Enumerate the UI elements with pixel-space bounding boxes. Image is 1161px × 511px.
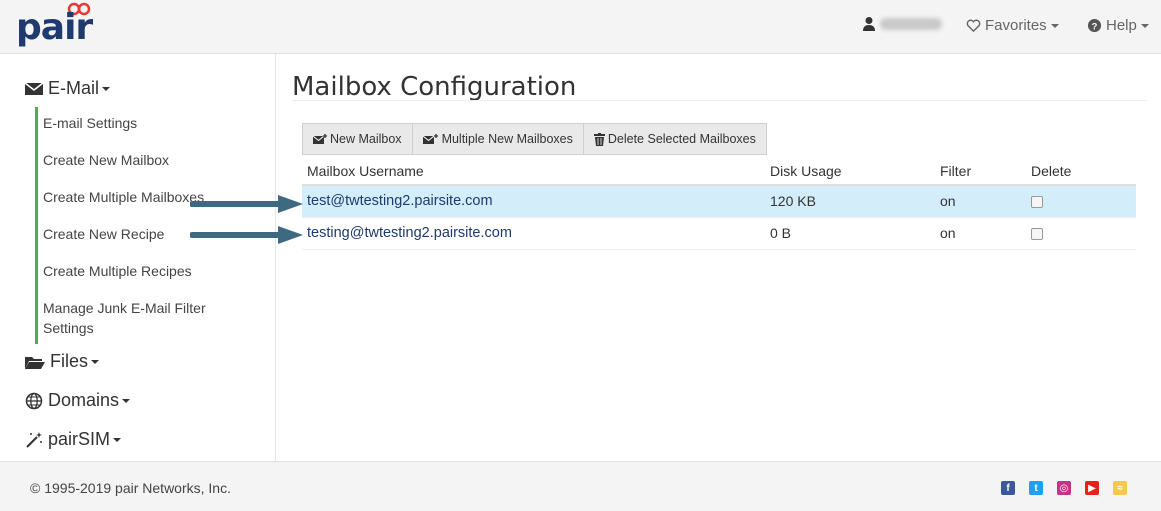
globe-icon	[25, 392, 43, 409]
header-filter: Filter	[940, 163, 972, 179]
sidebar-item-email-settings[interactable]: E-mail Settings	[43, 113, 243, 133]
rss-icon[interactable]: ≈	[1113, 481, 1127, 495]
disk-usage-value: 120 KB	[770, 193, 816, 209]
chevron-down-icon	[91, 359, 100, 364]
help-menu[interactable]: ? Help	[1087, 17, 1149, 34]
top-navbar: pair Favorites ? Help	[0, 0, 1161, 54]
folder-icon	[25, 356, 45, 369]
envelope-icon	[24, 81, 44, 95]
mailbox-toolbar: New Mailbox Multiple New Mailboxes Delet…	[302, 123, 767, 155]
annotation-arrow-2	[190, 226, 303, 244]
disk-usage-value: 0 B	[770, 225, 792, 241]
instagram-icon[interactable]: ◎	[1057, 481, 1071, 495]
delete-selected-label: Delete Selected Mailboxes	[607, 132, 756, 146]
multiple-new-mailboxes-label: Multiple New Mailboxes	[441, 132, 573, 146]
multiple-new-mailboxes-button[interactable]: Multiple New Mailboxes	[411, 123, 584, 155]
sidebar-section-pairsim[interactable]: pairSIM	[24, 429, 122, 450]
magic-wand-icon	[26, 431, 42, 448]
envelope-plus-icon	[313, 133, 327, 144]
main-content: Mailbox Configuration New Mailbox Multip…	[277, 54, 1161, 461]
mailbox-table: Mailbox Username Disk Usage Filter Delet…	[302, 156, 1136, 250]
footer: © 1995-2019 pair Networks, Inc. f t ◎ ▶ …	[0, 461, 1161, 511]
sidebar: E-Mail E-mail Settings Create New Mailbo…	[0, 54, 276, 461]
mailbox-username-link[interactable]: test@twtesting2.pairsite.com	[307, 186, 493, 216]
submenu-indicator	[35, 107, 38, 344]
sidebar-section-label: Files	[50, 351, 89, 371]
favorites-menu[interactable]: Favorites	[966, 17, 1059, 34]
delete-checkbox[interactable]	[1031, 196, 1043, 208]
header-mailbox-username: Mailbox Username	[307, 163, 424, 179]
help-icon: ?	[1087, 18, 1102, 33]
table-row[interactable]: testing@twtesting2.pairsite.com 0 B on	[302, 218, 1136, 250]
filter-status: on	[940, 193, 956, 209]
new-mailbox-label: New Mailbox	[330, 132, 402, 146]
chevron-down-icon	[122, 398, 131, 403]
sidebar-item-create-new-mailbox[interactable]: Create New Mailbox	[43, 150, 243, 170]
twitter-icon[interactable]: t	[1029, 481, 1043, 495]
sidebar-section-label: Domains	[48, 390, 120, 410]
svg-text:?: ?	[1092, 21, 1098, 31]
sidebar-section-label: pairSIM	[48, 429, 111, 449]
favorites-label: Favorites	[985, 17, 1047, 34]
chevron-down-icon	[1050, 23, 1059, 28]
youtube-icon[interactable]: ▶	[1085, 481, 1099, 495]
table-row[interactable]: test@twtesting2.pairsite.com 120 KB on	[302, 186, 1136, 218]
mailbox-username-link[interactable]: testing@twtesting2.pairsite.com	[307, 218, 512, 248]
filter-status: on	[940, 225, 956, 241]
envelope-plus-icon	[422, 133, 438, 144]
sidebar-section-domains[interactable]: Domains	[24, 390, 131, 411]
logo-text: pair	[16, 7, 93, 48]
copyright-text: © 1995-2019 pair Networks, Inc.	[30, 480, 231, 496]
sidebar-item-junk-filter-settings[interactable]: Manage Junk E-Mail Filter Settings	[43, 298, 223, 338]
chevron-down-icon	[102, 86, 111, 91]
chevron-down-icon	[113, 437, 122, 442]
heart-icon	[966, 19, 981, 33]
user-icon	[863, 17, 875, 31]
page-title: Mailbox Configuration	[292, 72, 577, 102]
title-divider	[292, 100, 1147, 101]
pair-logo[interactable]: pair	[16, 2, 96, 52]
sidebar-section-email[interactable]: E-Mail	[24, 78, 111, 99]
sidebar-section-files[interactable]: Files	[24, 351, 100, 372]
table-header: Mailbox Username Disk Usage Filter Delet…	[302, 156, 1136, 186]
header-delete: Delete	[1031, 163, 1072, 179]
social-links: f t ◎ ▶ ≈	[1001, 481, 1141, 495]
trash-icon	[593, 132, 605, 146]
help-label: Help	[1106, 17, 1137, 34]
sidebar-section-label: E-Mail	[48, 78, 100, 98]
delete-selected-mailboxes-button[interactable]: Delete Selected Mailboxes	[582, 123, 767, 155]
header-disk-usage: Disk Usage	[770, 163, 842, 179]
new-mailbox-button[interactable]: New Mailbox	[302, 123, 413, 155]
delete-checkbox[interactable]	[1031, 228, 1043, 240]
user-name-redacted	[880, 18, 942, 30]
user-menu[interactable]	[862, 16, 942, 32]
facebook-icon[interactable]: f	[1001, 481, 1015, 495]
annotation-arrow-1	[190, 195, 303, 213]
chevron-down-icon	[1140, 23, 1149, 28]
sidebar-item-create-multiple-recipes[interactable]: Create Multiple Recipes	[43, 261, 243, 281]
